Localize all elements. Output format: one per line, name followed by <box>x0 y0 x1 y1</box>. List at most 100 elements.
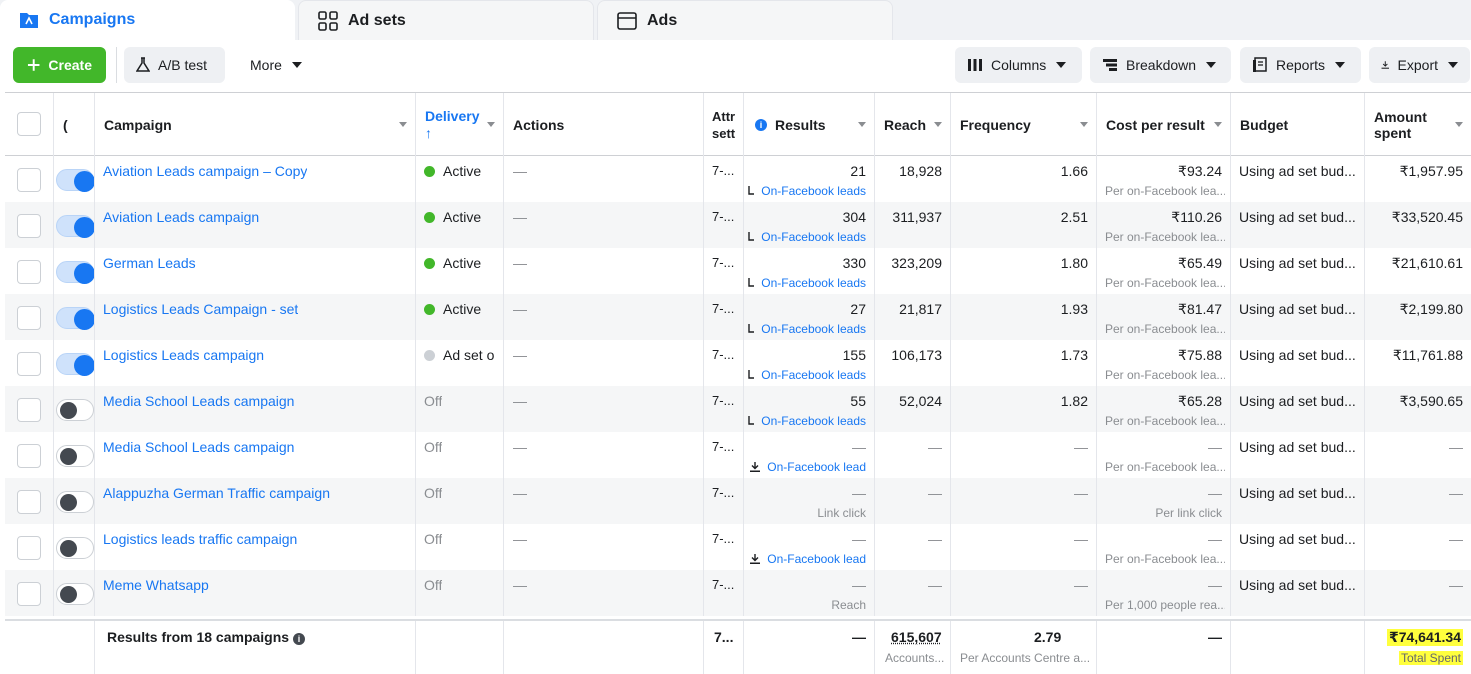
cost-value: ₹93.24 <box>1178 163 1222 180</box>
campaign-toggle[interactable] <box>56 399 94 421</box>
row-checkbox[interactable] <box>17 214 41 238</box>
table-row[interactable]: Logistics Leads campaign Ad set o — 7-... 15… <box>5 340 1471 386</box>
delivery-cell: Active <box>415 248 503 294</box>
footer-cost: — <box>1096 621 1230 674</box>
table-row[interactable]: Media School Leads campaign Off — 7-... — On-… <box>5 432 1471 478</box>
level-tabs: Campaigns Ad sets Ads <box>0 0 1471 40</box>
row-checkbox[interactable] <box>17 260 41 284</box>
create-button[interactable]: Create <box>13 47 106 83</box>
budget-value: Using ad set bud... <box>1239 485 1361 501</box>
header-actions[interactable]: Actions <box>503 93 703 156</box>
budget-value: Using ad set bud... <box>1239 531 1361 547</box>
cost-value: ₹65.49 <box>1178 255 1222 272</box>
results-type: On-Facebook leads <box>761 368 866 382</box>
table-row[interactable]: Alappuzha German Traffic campaign Off — 7-.… <box>5 478 1471 524</box>
toggle-knob <box>60 402 77 419</box>
footer-budget <box>1230 621 1364 674</box>
table-row[interactable]: Aviation Leads campaign Active — 7-... 304 On… <box>5 202 1471 248</box>
budget-value: Using ad set bud... <box>1239 347 1361 363</box>
header-amount-spent[interactable]: Amount spent <box>1364 93 1471 156</box>
table-row[interactable]: Meme Whatsapp Off — 7-... — Reach — — — Per 1,000… <box>5 570 1471 616</box>
table-row[interactable]: Logistics Leads Campaign - set Active — 7-.… <box>5 294 1471 340</box>
row-checkbox[interactable] <box>17 352 41 376</box>
header-select-cell <box>5 93 53 156</box>
create-button-label: Create <box>48 57 92 73</box>
header-attribution[interactable]: Attr sett <box>703 93 743 156</box>
table-row[interactable]: Aviation Leads campaign – Copy Active — 7-.… <box>5 156 1471 202</box>
campaign-toggle[interactable] <box>56 537 94 559</box>
campaign-name-link[interactable]: Aviation Leads campaign <box>103 209 259 225</box>
delivery-status: Active <box>443 209 481 225</box>
header-budget[interactable]: Budget <box>1230 93 1364 156</box>
header-frequency[interactable]: Frequency <box>950 93 1096 156</box>
reach-value: 18,928 <box>899 163 942 179</box>
reach-value: — <box>928 531 942 547</box>
row-checkbox[interactable] <box>17 398 41 422</box>
frequency-value: — <box>1074 531 1088 547</box>
campaign-toggle[interactable] <box>56 445 94 467</box>
row-checkbox[interactable] <box>17 168 41 192</box>
actions-value: — <box>513 577 527 593</box>
columns-label: Columns <box>991 57 1046 73</box>
row-checkbox[interactable] <box>17 582 41 606</box>
campaign-name-link[interactable]: Logistics Leads campaign <box>103 347 264 363</box>
table-row[interactable]: Media School Leads campaign Off — 7-... 55 On… <box>5 386 1471 432</box>
breakdown-icon <box>1102 58 1118 72</box>
campaign-name-link[interactable]: Logistics Leads Campaign - set <box>103 301 298 317</box>
row-checkbox[interactable] <box>17 536 41 560</box>
row-checkbox[interactable] <box>17 444 41 468</box>
campaign-name-cell: Logistics Leads campaign <box>94 340 415 386</box>
campaign-name-link[interactable]: German Leads <box>103 255 196 271</box>
download-icon <box>748 278 754 288</box>
breakdown-button[interactable]: Breakdown <box>1090 47 1231 83</box>
ab-test-button[interactable]: A/B test <box>124 47 225 83</box>
more-button[interactable]: More <box>240 47 314 83</box>
campaign-name-link[interactable]: Media School Leads campaign <box>103 393 294 409</box>
info-icon[interactable]: i <box>293 633 305 645</box>
campaign-toggle[interactable] <box>56 261 94 283</box>
export-button[interactable]: Export <box>1369 47 1470 83</box>
delivery-cell: Off <box>415 478 503 524</box>
campaign-toggle[interactable] <box>56 353 94 375</box>
reach-cell: — <box>874 432 950 478</box>
campaign-toggle[interactable] <box>56 491 94 513</box>
columns-icon <box>967 58 983 72</box>
delivery-cell: Off <box>415 432 503 478</box>
results-cell: — On-Facebook lead <box>743 432 874 478</box>
campaign-toggle[interactable] <box>56 215 94 237</box>
download-icon <box>748 370 754 380</box>
campaign-name-link[interactable]: Meme Whatsapp <box>103 577 209 593</box>
header-delivery[interactable]: Delivery ↑ <box>415 93 503 156</box>
budget-value: Using ad set bud... <box>1239 577 1361 593</box>
row-checkbox[interactable] <box>17 490 41 514</box>
row-checkbox[interactable] <box>17 306 41 330</box>
header-cost-per-result[interactable]: Cost per result <box>1096 93 1230 156</box>
campaign-name-link[interactable]: Alappuzha German Traffic campaign <box>103 485 330 501</box>
attribution-cell: 7-... <box>703 432 743 478</box>
tab-ads[interactable]: Ads <box>597 0 893 40</box>
table-row[interactable]: German Leads Active — 7-... 330 On-Facebook l… <box>5 248 1471 294</box>
tab-campaigns[interactable]: Campaigns <box>0 0 295 40</box>
campaign-name-link[interactable]: Media School Leads campaign <box>103 439 294 455</box>
info-icon[interactable]: i <box>755 119 767 131</box>
cost-per-result-cell: ₹93.24 Per on-Facebook lea... <box>1096 156 1230 202</box>
delivery-cell: Off <box>415 524 503 570</box>
campaign-toggle[interactable] <box>56 583 94 605</box>
table-row[interactable]: Logistics leads traffic campaign Off — 7-..… <box>5 524 1471 570</box>
reports-button[interactable]: Reports <box>1240 47 1361 83</box>
campaign-name-link[interactable]: Logistics leads traffic campaign <box>103 531 297 547</box>
header-reach[interactable]: Reach <box>874 93 950 156</box>
tab-ad-sets[interactable]: Ad sets <box>298 0 594 40</box>
select-all-checkbox[interactable] <box>17 112 41 136</box>
frequency-value: — <box>1074 485 1088 501</box>
columns-button[interactable]: Columns <box>955 47 1082 83</box>
budget-value: Using ad set bud... <box>1239 209 1361 225</box>
results-cell: 155 On-Facebook leads <box>743 340 874 386</box>
campaign-toggle[interactable] <box>56 307 94 329</box>
header-campaign[interactable]: Campaign <box>94 93 415 156</box>
campaign-toggle[interactable] <box>56 169 94 191</box>
header-results[interactable]: i Results <box>743 93 874 156</box>
header-budget-label: Budget <box>1240 117 1288 133</box>
attribution-cell: 7-... <box>703 202 743 248</box>
campaign-name-link[interactable]: Aviation Leads campaign – Copy <box>103 163 307 179</box>
